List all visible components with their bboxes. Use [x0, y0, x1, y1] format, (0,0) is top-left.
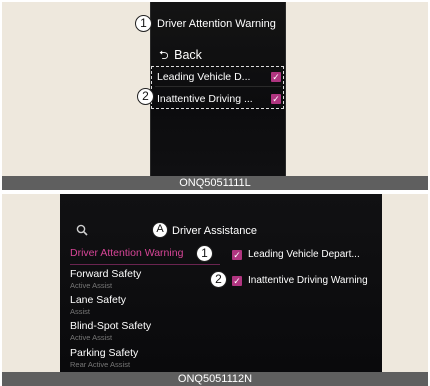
active-underline	[70, 264, 220, 265]
menu-item-sublabel: Active Assist	[70, 333, 113, 342]
top-figure: Driver Attention Warning ⮌ Back Leading …	[2, 2, 428, 176]
screen-title: Driver Attention Warning	[157, 18, 297, 30]
menu-item-lane-safety[interactable]: Lane Safety Assist	[70, 294, 220, 316]
callout-1: 1	[196, 245, 213, 262]
menu-item-forward-safety[interactable]: Forward Safety Active Assist	[70, 268, 220, 290]
back-button[interactable]: ⮌ Back	[159, 46, 202, 67]
menu-item-label: Lane Safety	[70, 294, 127, 306]
menu-item-sublabel: Active Assist	[70, 281, 113, 290]
menu-item-label: Parking Safety	[70, 347, 139, 359]
callout-2: 2	[210, 271, 227, 288]
menu-item-sublabel: Rear Active Assist	[70, 360, 131, 369]
search-icon[interactable]	[76, 224, 88, 236]
screen-title: Driver Assistance	[172, 225, 257, 237]
setting-row-label: Leading Vehicle Depart...	[248, 249, 360, 260]
callout-2: 2	[137, 88, 154, 105]
menu-item-blind-spot-safety[interactable]: Blind-Spot Safety Active Assist	[70, 320, 220, 342]
setting-row-inattentive-driving-warning[interactable]: ✓ Inattentive Driving Warning	[232, 274, 380, 288]
back-label: Back	[174, 48, 202, 62]
checkbox-checked-icon[interactable]: ✓	[232, 250, 242, 260]
callout-1: 1	[135, 15, 152, 32]
menu-item-label: Forward Safety	[70, 268, 142, 280]
callout-a: A	[152, 222, 168, 238]
back-arrow-icon: ⮌	[159, 48, 169, 62]
checkbox-checked-icon[interactable]: ✓	[232, 276, 242, 286]
highlight-dotted-box	[151, 66, 284, 109]
menu-item-label: Blind-Spot Safety	[70, 320, 152, 332]
figure-caption-top: ONQ5051111L	[2, 176, 428, 190]
menu-item-parking-safety[interactable]: Parking Safety Rear Active Assist	[70, 347, 220, 369]
setting-row-label: Inattentive Driving Warning	[248, 275, 368, 286]
menu-item-sublabel: Assist	[70, 307, 91, 316]
screen-title-text: Driver Attention Warning	[157, 18, 276, 30]
bottom-figure: Driver Assistance Driver Attention Warni…	[2, 194, 428, 372]
setting-row-leading-vehicle-departure[interactable]: ✓ Leading Vehicle Depart...	[232, 248, 380, 262]
menu-item-label: Driver Attention Warning	[70, 247, 184, 259]
figure-caption-bottom: ONQ5051112N	[2, 372, 428, 386]
